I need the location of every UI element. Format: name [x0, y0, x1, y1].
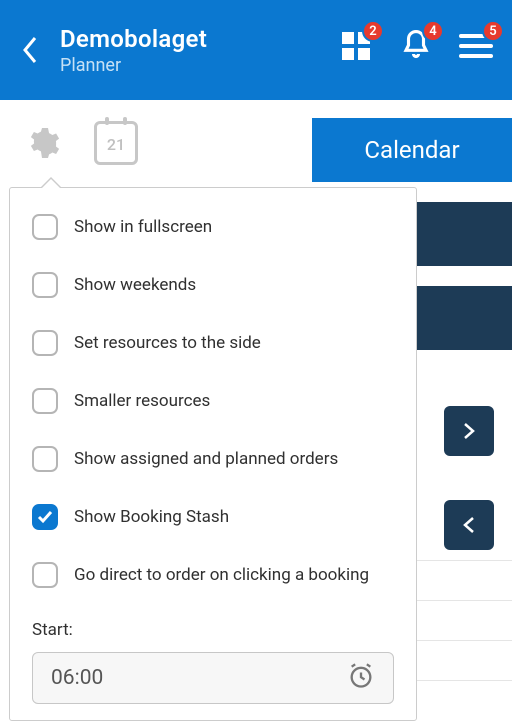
settings-option[interactable]: Show assigned and planned orders	[32, 446, 394, 472]
chevron-right-icon	[463, 422, 475, 440]
option-label: Set resources to the side	[74, 333, 261, 353]
option-label: Go direct to order on clicking a booking	[74, 565, 369, 585]
apps-button[interactable]: 2	[338, 28, 374, 64]
back-button[interactable]	[20, 33, 40, 67]
checkbox[interactable]	[32, 504, 58, 530]
alarm-clock-icon	[347, 662, 375, 694]
settings-option[interactable]: Smaller resources	[32, 388, 394, 414]
nav-prev[interactable]	[444, 500, 494, 550]
tab-calendar[interactable]: Calendar	[312, 118, 512, 182]
tab-label: Calendar	[364, 136, 459, 164]
settings-button[interactable]	[20, 121, 64, 165]
option-label: Show Booking Stash	[74, 507, 229, 527]
option-label: Show in fullscreen	[74, 217, 212, 237]
option-label: Smaller resources	[74, 391, 210, 411]
today-button[interactable]: 21	[94, 121, 138, 165]
settings-option[interactable]: Set resources to the side	[32, 330, 394, 356]
gear-icon	[24, 125, 60, 161]
apps-badge: 2	[362, 20, 384, 42]
title-block: Demobolaget Planner	[60, 25, 207, 76]
menu-button[interactable]: 5	[458, 28, 494, 64]
notifications-badge: 4	[422, 20, 444, 42]
option-label: Show assigned and planned orders	[74, 449, 338, 469]
settings-option[interactable]: Show in fullscreen	[32, 214, 394, 240]
checkbox[interactable]	[32, 330, 58, 356]
settings-option[interactable]: Show Booking Stash	[32, 504, 394, 530]
start-time-value: 06:00	[51, 666, 103, 690]
chevron-left-icon	[22, 36, 38, 64]
start-label: Start:	[32, 620, 394, 640]
checkbox[interactable]	[32, 446, 58, 472]
checkbox[interactable]	[32, 388, 58, 414]
settings-option[interactable]: Go direct to order on clicking a booking	[32, 562, 394, 588]
option-label: Show weekends	[74, 275, 196, 295]
app-header: Demobolaget Planner 2 4 5	[0, 0, 512, 100]
checkbox[interactable]	[32, 562, 58, 588]
settings-option[interactable]: Show weekends	[32, 272, 394, 298]
settings-popover: Show in fullscreen Show weekends Set resou…	[9, 187, 417, 721]
start-time-field[interactable]: 06:00	[32, 652, 394, 704]
nav-next[interactable]	[444, 406, 494, 456]
app-title: Demobolaget	[60, 25, 207, 53]
chevron-left-icon	[463, 516, 475, 534]
checkbox[interactable]	[32, 272, 58, 298]
notifications-button[interactable]: 4	[398, 28, 434, 64]
app-subtitle: Planner	[60, 55, 207, 76]
checkbox[interactable]	[32, 214, 58, 240]
calendar-day: 21	[107, 135, 125, 154]
menu-badge: 5	[482, 20, 504, 42]
